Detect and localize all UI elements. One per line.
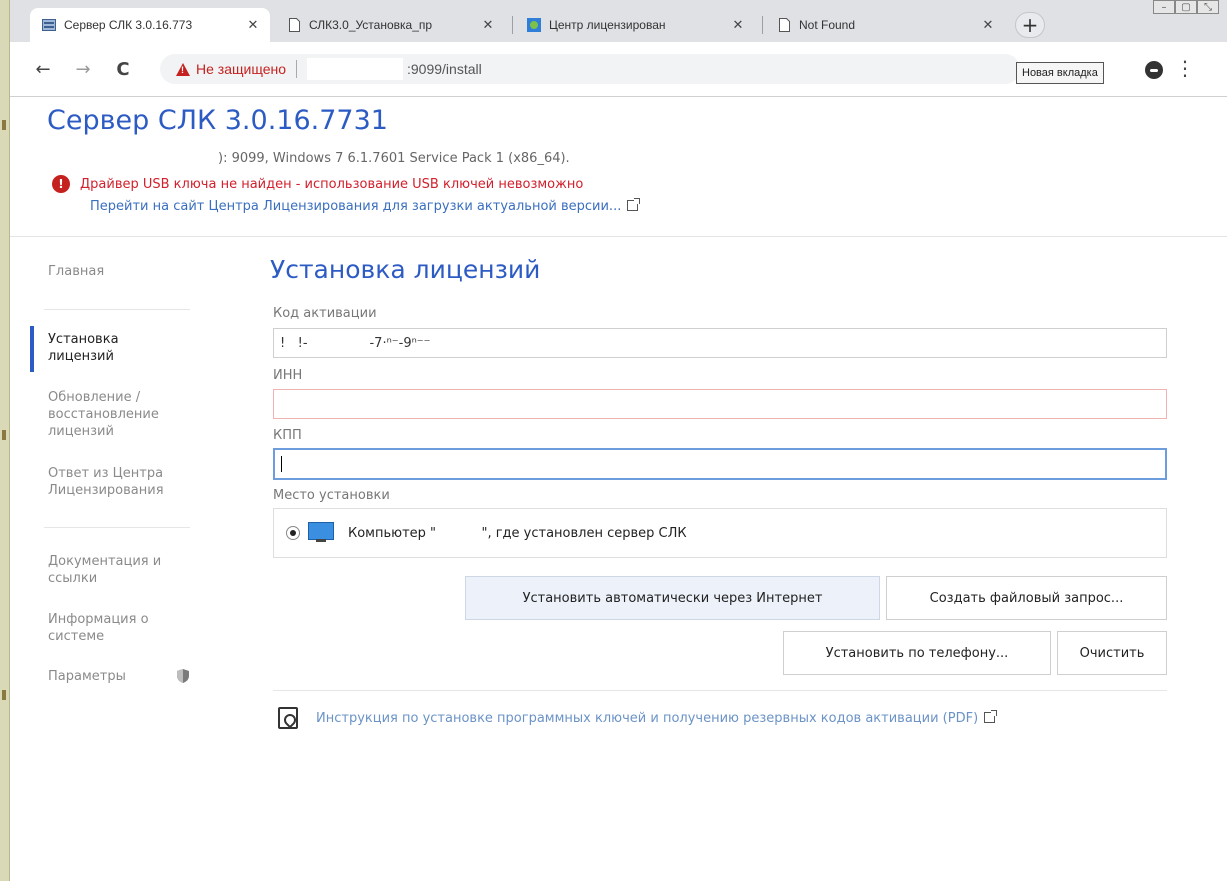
sidebar-item-docs[interactable]: Документация и ссылки	[48, 553, 198, 587]
text-caret	[281, 456, 282, 472]
pdf-link-text[interactable]: Инструкция по установке программных ключ…	[316, 711, 978, 726]
page-icon	[777, 18, 791, 32]
close-tab-icon[interactable]: ✕	[729, 17, 747, 33]
active-indicator	[30, 326, 34, 372]
sidebar-item-response[interactable]: Ответ из Центра Лицензирования	[48, 465, 198, 499]
browser-toolbar: ← → C Не защищено :9099/install Новая вк…	[10, 42, 1227, 97]
new-tab-button[interactable]: +	[1015, 12, 1045, 38]
error-icon: !	[52, 175, 70, 193]
install-by-phone-button[interactable]: Установить по телефону...	[783, 631, 1051, 675]
close-tab-icon[interactable]: ✕	[479, 17, 497, 33]
tab-title: Центр лицензирован	[549, 18, 666, 32]
profile-icon[interactable]	[1145, 61, 1163, 79]
tab-title: Not Found	[799, 18, 856, 32]
section-title: Установка лицензий	[270, 255, 541, 284]
redacted-host	[307, 58, 403, 80]
sidebar-item-update[interactable]: Обновление / восстановление лицензий	[48, 389, 198, 440]
sidebar-divider	[44, 309, 190, 310]
activation-code-value: ! !- -7·ⁿ⁻-9ⁿ⁻⁻	[280, 335, 431, 351]
tab-server-slk[interactable]: Сервер СЛК 3.0.16.773 ✕	[30, 8, 270, 42]
menu-icon[interactable]: ⋮	[1175, 58, 1195, 78]
new-tab-extension-button[interactable]: Новая вкладка	[1016, 62, 1104, 84]
maximize-icon[interactable]: ▢	[1175, 0, 1197, 14]
radio-button[interactable]	[286, 526, 300, 540]
sidebar-item-install[interactable]: Установка лицензий	[48, 331, 158, 365]
tab-title: СЛК3.0_Установка_пр	[309, 18, 433, 32]
address-bar[interactable]: Не защищено :9099/install	[160, 54, 1020, 84]
activation-code-field[interactable]: ! !- -7·ⁿ⁻-9ⁿ⁻⁻	[273, 328, 1167, 358]
not-secure-label[interactable]: Не защищено	[196, 61, 286, 77]
download-link[interactable]: Перейти на сайт Центра Лицензирования дл…	[90, 198, 641, 214]
url-text[interactable]: :9099/install	[407, 61, 482, 77]
browser-tabstrip: Сервер СЛК 3.0.16.773 ✕ СЛК3.0_Установка…	[10, 0, 1227, 42]
kpp-field[interactable]	[273, 448, 1167, 480]
content-divider	[273, 690, 1167, 691]
reload-icon[interactable]: C	[112, 58, 134, 80]
desktop-edge	[0, 0, 10, 881]
sidebar-item-params[interactable]: Параметры	[48, 668, 126, 685]
shield-icon	[177, 669, 189, 683]
install-place-option[interactable]: Компьютер " ", где установлен сервер СЛК	[273, 508, 1167, 558]
pdf-instruction-link[interactable]: Инструкция по установке программных ключ…	[273, 709, 1153, 729]
tab-license-center[interactable]: Центр лицензирован ✕	[515, 8, 755, 42]
restore-icon[interactable]: ⤡	[1197, 0, 1219, 14]
tab-title: Сервер СЛК 3.0.16.773	[64, 18, 193, 32]
kpp-label: КПП	[273, 428, 302, 443]
tab-not-found[interactable]: Not Found ✕	[765, 8, 1005, 42]
install-online-button[interactable]: Установить автоматически через Интернет	[465, 576, 880, 620]
activation-code-label: Код активации	[273, 306, 377, 321]
license-center-icon	[527, 18, 541, 32]
inn-field[interactable]	[273, 389, 1167, 419]
install-place-text: Компьютер " ", где установлен сервер СЛК	[348, 525, 687, 541]
create-file-request-button[interactable]: Создать файловый запрос...	[886, 576, 1167, 620]
minimize-icon[interactable]: –	[1153, 0, 1175, 14]
external-link-icon	[627, 198, 641, 211]
back-icon[interactable]: ←	[32, 58, 54, 80]
clear-button[interactable]: Очистить	[1057, 631, 1167, 675]
external-link-icon	[984, 710, 998, 723]
window-controls: – ▢ ⤡	[1153, 0, 1219, 14]
sidebar-divider	[44, 527, 190, 528]
tab-slk-install-doc[interactable]: СЛК3.0_Установка_пр ✕	[275, 8, 505, 42]
header-divider	[10, 236, 1227, 237]
usb-error: ! Драйвер USB ключа не найден - использо…	[52, 175, 583, 193]
close-tab-icon[interactable]: ✕	[244, 17, 262, 33]
page-icon	[287, 18, 301, 32]
download-link-text[interactable]: Перейти на сайт Центра Лицензирования дл…	[90, 199, 621, 214]
inn-label: ИНН	[273, 368, 303, 383]
computer-icon	[308, 522, 334, 544]
sidebar-item-sysinfo[interactable]: Информация о системе	[48, 611, 198, 645]
server-app-icon	[42, 18, 56, 32]
close-tab-icon[interactable]: ✕	[979, 17, 997, 33]
sidebar-item-home[interactable]: Главная	[48, 263, 104, 280]
forward-icon[interactable]: →	[72, 58, 94, 80]
error-text: Драйвер USB ключа не найден - использова…	[80, 176, 584, 192]
server-info: ): 9099, Windows 7 6.1.7601 Service Pack…	[218, 151, 570, 166]
warning-icon	[176, 62, 190, 76]
page-title: Сервер СЛК 3.0.16.7731	[47, 105, 388, 136]
install-place-label: Место установки	[273, 488, 390, 503]
